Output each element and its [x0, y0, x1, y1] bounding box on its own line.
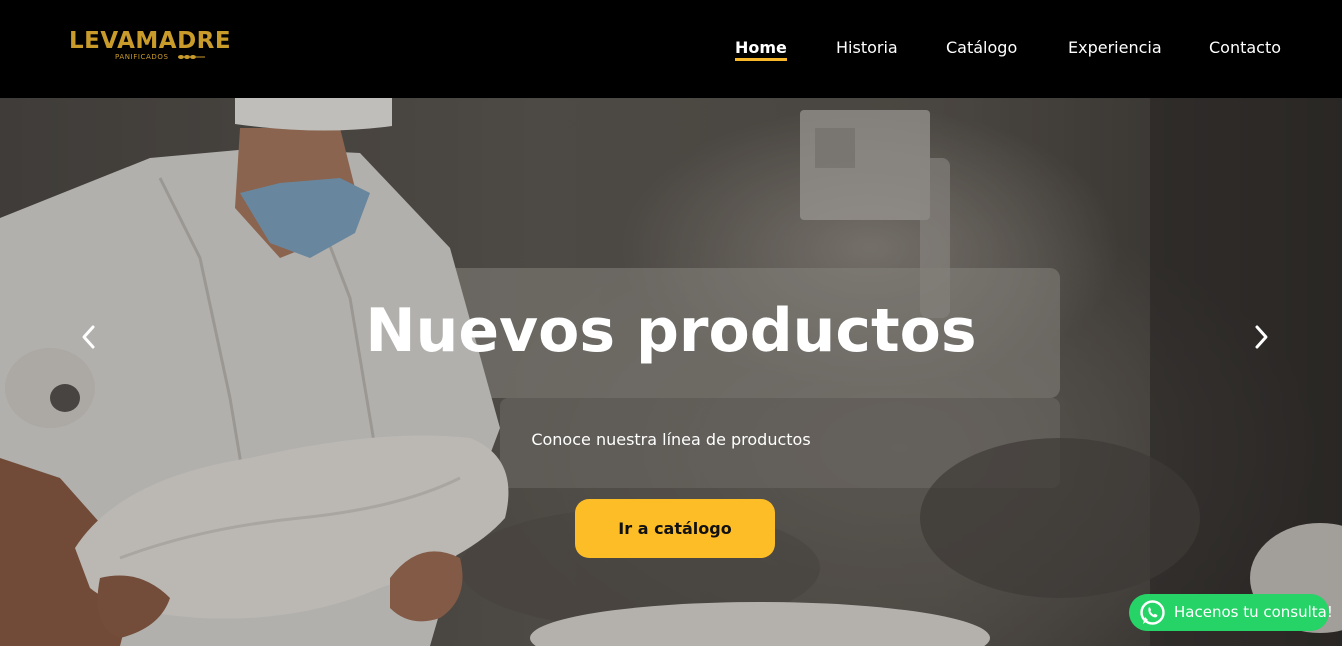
- nav-catalogo[interactable]: Catálogo: [946, 38, 1017, 58]
- hero-title: Nuevos productos: [365, 296, 977, 366]
- main-nav: Home Historia Catálogo Experiencia Conta…: [0, 38, 1342, 61]
- whatsapp-label: Hacenos tu consulta!: [1174, 603, 1333, 621]
- nav-home[interactable]: Home: [735, 38, 787, 61]
- site-header: LEVAMADRE PANIFICADOS Home Historia Catá…: [0, 0, 1342, 98]
- nav-historia[interactable]: Historia: [836, 38, 898, 58]
- hero-subtitle: Conoce nuestra línea de productos: [531, 430, 811, 449]
- catalog-button[interactable]: Ir a catálogo: [575, 499, 775, 558]
- hero-carousel: Nuevos productos Conoce nuestra línea de…: [0, 98, 1342, 646]
- nav-experiencia[interactable]: Experiencia: [1068, 38, 1162, 58]
- hero-overlay: [0, 98, 1342, 646]
- whatsapp-icon: [1140, 600, 1165, 625]
- nav-contacto[interactable]: Contacto: [1209, 38, 1281, 58]
- whatsapp-button[interactable]: Hacenos tu consulta!: [1129, 594, 1333, 631]
